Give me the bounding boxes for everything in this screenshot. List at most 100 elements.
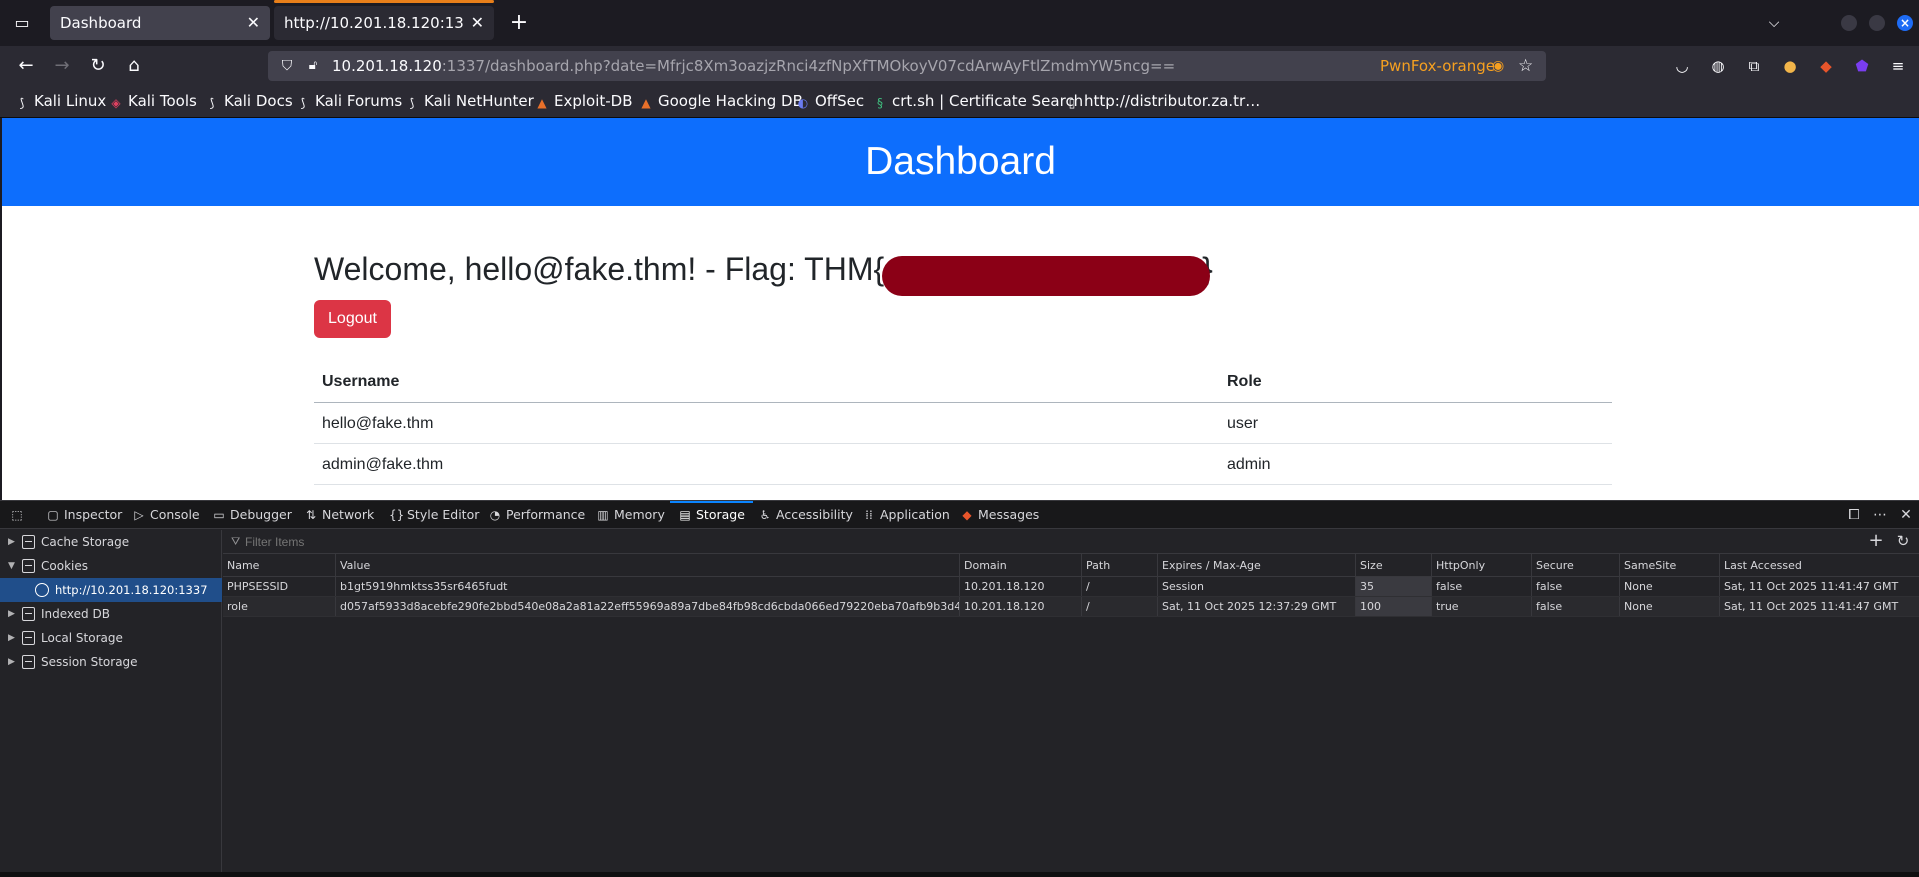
extension-purple-icon[interactable]: ⬟ bbox=[1852, 56, 1872, 76]
column-header-expires[interactable]: Expires / Max-Age bbox=[1157, 554, 1355, 576]
table-row[interactable]: PHPSESSID b1gt5919hmktss35sr6465fudt 10.… bbox=[223, 577, 1919, 597]
tab-dashboard[interactable]: Dashboard ✕ bbox=[50, 6, 270, 40]
table-row[interactable]: role d057af5933d8acebfe290fe2bbd540e08a2… bbox=[223, 597, 1919, 617]
close-window-button[interactable]: × bbox=[1897, 15, 1913, 31]
close-devtools-icon[interactable]: ✕ bbox=[1896, 505, 1916, 525]
cookie-value[interactable]: b1gt5919hmktss35sr6465fudt bbox=[335, 577, 959, 596]
chevron-right-icon[interactable]: ▶ bbox=[8, 626, 15, 650]
new-tab-icon[interactable]: + bbox=[506, 10, 532, 36]
tab-accessibility[interactable]: ♿︎ Accessibility bbox=[758, 501, 853, 529]
chevron-right-icon[interactable]: ▶ bbox=[8, 650, 15, 674]
add-item-icon[interactable]: + bbox=[1866, 531, 1886, 551]
cookie-httponly[interactable]: true bbox=[1431, 597, 1531, 616]
cookie-value[interactable]: d057af5933d8acebfe290fe2bbd540e08a2a81a2… bbox=[335, 597, 959, 616]
column-header-size[interactable]: Size bbox=[1355, 554, 1431, 576]
cookie-samesite[interactable]: None bbox=[1619, 597, 1719, 616]
back-arrow-icon[interactable]: ← bbox=[14, 54, 38, 78]
column-header-name[interactable]: Name bbox=[223, 554, 335, 576]
tab-inspector[interactable]: ▢ Inspector bbox=[46, 501, 122, 529]
tab-memory[interactable]: ▥ Memory bbox=[596, 501, 665, 529]
cookie-path[interactable]: / bbox=[1081, 577, 1157, 596]
column-header-samesite[interactable]: SameSite bbox=[1619, 554, 1719, 576]
account-icon[interactable]: ◍ bbox=[1708, 56, 1728, 76]
bookmark-kali-forums[interactable]: ⟆ Kali Forums bbox=[295, 86, 403, 116]
chevron-down-icon[interactable]: ▼ bbox=[8, 554, 15, 578]
insecure-lock-icon[interactable]: 🔓︎ bbox=[304, 57, 322, 75]
logout-button[interactable]: Logout bbox=[314, 300, 391, 338]
bookmark-crt-sh[interactable]: § crt.sh | Certificate Search bbox=[872, 86, 1083, 116]
sidebar-item-cookies[interactable]: ▼ Cookies bbox=[0, 554, 222, 578]
tab-title: http://10.201.18.120:1337/das bbox=[284, 14, 464, 32]
bookmark-offsec[interactable]: ◐ OffSec bbox=[795, 86, 864, 116]
extensions-icon[interactable]: ⧉ bbox=[1744, 56, 1764, 76]
cookie-expires[interactable]: Sat, 11 Oct 2025 12:37:29 GMT bbox=[1157, 597, 1355, 616]
cookie-httponly[interactable]: false bbox=[1431, 577, 1531, 596]
sidebar-item-local-storage[interactable]: ▶ Local Storage bbox=[0, 626, 222, 650]
tab-console[interactable]: ▷ Console bbox=[132, 501, 199, 529]
sidebar-item-session-storage[interactable]: ▶ Session Storage bbox=[0, 650, 222, 674]
column-header-last-accessed[interactable]: Last Accessed bbox=[1719, 554, 1919, 576]
tab-close-icon[interactable]: ✕ bbox=[471, 6, 484, 40]
pwnfox-icon[interactable]: ◆ bbox=[1816, 56, 1836, 76]
tab-application[interactable]: ⁞⁞ Application bbox=[862, 501, 950, 529]
forward-arrow-icon[interactable]: → bbox=[50, 54, 74, 78]
sidebar-item-indexed-db[interactable]: ▶ Indexed DB bbox=[0, 602, 222, 626]
chevron-down-icon[interactable]: ⌵ bbox=[1762, 12, 1786, 34]
tab-url[interactable]: http://10.201.18.120:1337/das ✕ bbox=[274, 0, 494, 40]
filter-items-input[interactable] bbox=[245, 533, 1445, 551]
chevron-right-icon[interactable]: ▶ bbox=[8, 602, 15, 626]
element-picker-icon[interactable]: ⬚ bbox=[10, 501, 28, 529]
filter-bar: ⛛ + ↻ bbox=[223, 530, 1919, 554]
accessibility-icon: ♿︎ bbox=[759, 508, 771, 522]
reload-icon[interactable]: ↻ bbox=[86, 54, 110, 78]
cookie-expires[interactable]: Session bbox=[1157, 577, 1355, 596]
cookie-editor-icon[interactable]: ● bbox=[1780, 56, 1800, 76]
sidebar-item-cache-storage[interactable]: ▶ Cache Storage bbox=[0, 530, 222, 554]
tab-storage[interactable]: ▤ Storage bbox=[670, 501, 753, 529]
refresh-icon[interactable]: ↻ bbox=[1893, 531, 1913, 551]
cookie-samesite[interactable]: None bbox=[1619, 577, 1719, 596]
cookie-name[interactable]: role bbox=[223, 597, 335, 616]
tab-style-editor[interactable]: {} Style Editor bbox=[389, 501, 479, 529]
bookmark-star-icon[interactable]: ☆ bbox=[1518, 56, 1533, 76]
url-text[interactable]: 10.201.18.120:1337/dashboard.php?date=Mf… bbox=[332, 51, 1175, 81]
tab-performance[interactable]: ◔ Performance bbox=[488, 501, 585, 529]
sidebar-item-cookie-origin[interactable]: http://10.201.18.120:1337 bbox=[0, 578, 222, 602]
column-header-httponly[interactable]: HttpOnly bbox=[1431, 554, 1531, 576]
tab-messages[interactable]: ◆ Messages bbox=[960, 501, 1039, 529]
column-header-path[interactable]: Path bbox=[1081, 554, 1157, 576]
tab-debugger[interactable]: ▭ Debugger bbox=[212, 501, 292, 529]
firefox-view-icon[interactable]: ▭ bbox=[10, 12, 34, 34]
pocket-icon[interactable]: ◡ bbox=[1672, 56, 1692, 76]
column-header-secure[interactable]: Secure bbox=[1531, 554, 1619, 576]
column-header-domain[interactable]: Domain bbox=[959, 554, 1081, 576]
cookie-secure[interactable]: false bbox=[1531, 577, 1619, 596]
cookie-name[interactable]: PHPSESSID bbox=[223, 577, 335, 596]
bookmark-distributor[interactable]: ▯ http://distributor.za.tr… bbox=[1064, 86, 1261, 116]
cookie-domain[interactable]: 10.201.18.120 bbox=[959, 597, 1081, 616]
cookie-domain[interactable]: 10.201.18.120 bbox=[959, 577, 1081, 596]
chevron-right-icon[interactable]: ▶ bbox=[8, 530, 15, 554]
url-bar[interactable]: ⛉ 🔓︎ 10.201.18.120:1337/dashboard.php?da… bbox=[268, 51, 1546, 81]
minimize-button[interactable] bbox=[1841, 15, 1857, 31]
tab-close-icon[interactable]: ✕ bbox=[247, 6, 260, 40]
bookmark-exploit-db[interactable]: ▲ Exploit-DB bbox=[534, 86, 632, 116]
column-header-value[interactable]: Value bbox=[335, 554, 959, 576]
tab-strip: ▭ Dashboard ✕ http://10.201.18.120:1337/… bbox=[0, 0, 1919, 46]
home-icon[interactable]: ⌂ bbox=[122, 54, 146, 78]
bookmark-kali-linux[interactable]: ⟆ Kali Linux bbox=[14, 86, 107, 116]
tab-network[interactable]: ⇅ Network bbox=[304, 501, 374, 529]
menu-icon[interactable]: ≡ bbox=[1888, 56, 1908, 76]
maximize-button[interactable] bbox=[1869, 15, 1885, 31]
bookmark-google-hacking-db[interactable]: ▲ Google Hacking DB bbox=[638, 86, 803, 116]
bookmark-kali-tools[interactable]: ◈ Kali Tools bbox=[108, 86, 196, 116]
container-label[interactable]: PwnFox-orange bbox=[1380, 51, 1495, 81]
bookmark-kali-nethunter[interactable]: ⟆ Kali NetHunter bbox=[404, 86, 534, 116]
more-options-icon[interactable]: ⋯ bbox=[1870, 505, 1890, 525]
dock-icon[interactable]: ⧠ bbox=[1844, 505, 1864, 525]
shield-icon[interactable]: ⛉ bbox=[278, 57, 296, 75]
bookmark-kali-docs[interactable]: ⟆ Kali Docs bbox=[204, 86, 293, 116]
fingerprint-icon[interactable]: ◉ bbox=[1492, 57, 1504, 75]
cookie-secure[interactable]: false bbox=[1531, 597, 1619, 616]
cookie-path[interactable]: / bbox=[1081, 597, 1157, 616]
